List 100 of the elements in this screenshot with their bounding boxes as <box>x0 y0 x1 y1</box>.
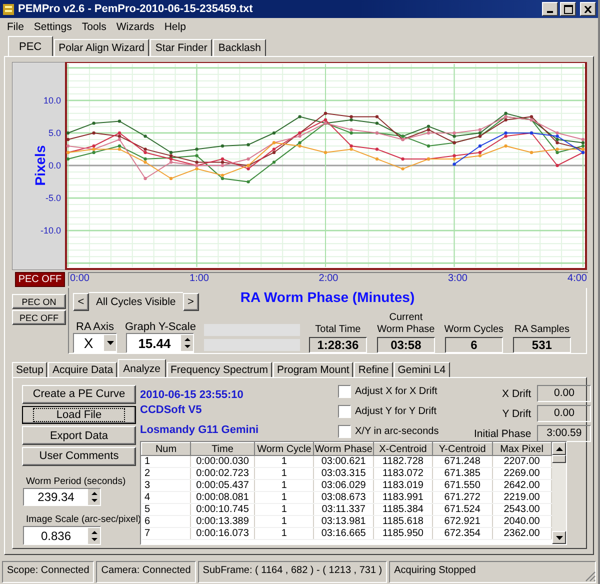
pec-button[interactable]: PEC OFF <box>12 310 66 325</box>
table-cell: 03:16.665 <box>314 528 374 540</box>
table-cell: 03:13.981 <box>314 516 374 528</box>
table-cell: 671.524 <box>432 504 492 516</box>
action-button[interactable]: User Comments <box>22 447 136 466</box>
status-panel: Camera: Connected <box>96 561 196 583</box>
tab[interactable]: Polar Align Wizard <box>54 39 150 56</box>
checkbox[interactable] <box>338 385 351 398</box>
table-cell: 1 <box>254 492 314 504</box>
next-button[interactable]: > <box>182 292 199 310</box>
app-icon <box>2 2 15 16</box>
drift-label: X Drift <box>502 388 532 400</box>
table-cell: 1185.618 <box>373 516 433 528</box>
worm-period-field[interactable]: 239.34 <box>23 488 101 506</box>
table-cell: 03:00.621 <box>314 456 374 468</box>
worm-period-label: Worm Period (seconds) <box>26 476 127 487</box>
table-cell: 4 <box>142 492 190 504</box>
action-button[interactable]: Create a PE Curve <box>22 385 136 404</box>
x-tick-label: 4:00 <box>568 273 587 284</box>
menu-item[interactable]: Settings <box>28 21 77 33</box>
maximize-button[interactable] <box>560 2 576 16</box>
minimize-button[interactable] <box>542 2 558 16</box>
table-cell: 2269.00 <box>492 468 552 480</box>
menu-item[interactable]: Tools <box>76 21 112 33</box>
tab[interactable]: PEC <box>8 36 53 56</box>
stat-label: Total Time <box>315 323 361 336</box>
table-cell: 1 <box>254 504 314 516</box>
menu-item[interactable]: Help <box>159 21 191 33</box>
table-cell: 1183.991 <box>373 492 433 504</box>
scrollbar[interactable] <box>552 442 566 544</box>
ra-axis-dropdown[interactable]: X <box>73 333 117 353</box>
table-cell: 671.550 <box>432 480 492 492</box>
menu-item[interactable]: Wizards <box>111 21 160 33</box>
action-button[interactable]: Load File <box>22 406 136 424</box>
tab[interactable]: Gemini L4 <box>394 362 450 377</box>
maximize-icon <box>564 4 572 14</box>
drift-label: Y Drift <box>502 408 532 420</box>
column-header[interactable]: Worm Phase <box>314 442 374 456</box>
stat-value: 6 <box>444 337 503 353</box>
checkbox[interactable] <box>338 405 351 418</box>
status-panel: Acquiring Stopped <box>389 561 596 583</box>
y-tick-label: 0.0 <box>48 160 61 170</box>
table-cell: 5 <box>142 504 190 516</box>
close-icon <box>584 6 592 12</box>
scroll-down-icon <box>556 536 562 540</box>
table-cell: 1 <box>254 528 314 540</box>
drift-value: 0.00 <box>537 385 592 402</box>
cycle-label: All Cycles Visible <box>89 292 183 311</box>
column-header[interactable]: Time <box>190 442 254 456</box>
tab[interactable]: Frequency Spectrum <box>166 362 272 377</box>
table-cell: 671.272 <box>432 492 492 504</box>
table-cell: 0:00:16.073 <box>190 528 254 540</box>
table-cell: 3 <box>142 480 190 492</box>
scroll-up-icon <box>556 446 562 450</box>
file-info-text: 2010-06-15 23:55:10 <box>140 388 244 403</box>
pec-button[interactable]: PEC ON <box>12 294 66 309</box>
table-cell: 0:00:08.081 <box>190 492 254 504</box>
checkbox[interactable] <box>338 425 351 438</box>
checkbox-label: Adjust Y for Y Drift <box>355 406 437 417</box>
tab[interactable]: Star Finder <box>150 39 212 56</box>
ra-axis-label: RA Axis <box>76 321 114 333</box>
file-info-text: Losmandy G11 Gemini <box>140 423 260 438</box>
tab[interactable]: Program Mount <box>272 362 354 377</box>
table-cell: 03:03.315 <box>314 468 374 480</box>
tab[interactable]: Setup <box>12 362 48 377</box>
tab[interactable]: Backlash <box>213 39 266 56</box>
image-scale-field[interactable]: 0.836 <box>23 526 101 546</box>
column-header[interactable]: Worm Cycle <box>254 442 314 456</box>
close-button[interactable] <box>580 2 596 16</box>
checkbox-label: X/Y in arc-seconds <box>355 426 439 437</box>
stat-label: Worm Cycles <box>444 323 504 336</box>
pec-status-indicator: PEC OFF <box>15 272 65 287</box>
tab[interactable]: Analyze <box>118 359 166 377</box>
table-cell: 1183.072 <box>373 468 433 480</box>
table-cell: 1 <box>254 456 314 468</box>
column-header[interactable]: Num <box>142 442 190 456</box>
table-cell: 0:00:02.723 <box>190 468 254 480</box>
scroll-thumb[interactable] <box>552 455 566 463</box>
spinner-arrows-icon <box>182 336 192 350</box>
column-header[interactable]: Y-Centroid <box>432 442 492 456</box>
table-cell: 2642.00 <box>492 480 552 492</box>
column-header[interactable]: Max Pixel <box>492 442 552 456</box>
table-cell: 672.354 <box>432 528 492 540</box>
table-cell: 0:00:13.389 <box>190 516 254 528</box>
checkbox-label: Adjust X for X Drift <box>355 386 438 397</box>
column-header[interactable]: X-Centroid <box>373 442 433 456</box>
table-cell: 03:11.337 <box>314 504 374 516</box>
table-cell: 2207.00 <box>492 456 552 468</box>
y-tick-label: 10.0 <box>43 95 61 106</box>
menu-item[interactable]: File <box>2 21 29 33</box>
table-cell: 671.248 <box>432 456 492 468</box>
action-button[interactable]: Export Data <box>22 426 136 446</box>
graph-y-scale-field[interactable]: 15.44 <box>126 333 194 353</box>
table-cell: 2040.00 <box>492 516 552 528</box>
tab[interactable]: Refine <box>354 362 393 377</box>
table-cell: 1185.950 <box>373 528 433 540</box>
tab[interactable]: Acquire Data <box>48 362 118 377</box>
table-cell: 03:08.673 <box>314 492 374 504</box>
table-cell: 672.921 <box>432 516 492 528</box>
previous-button[interactable]: < <box>73 292 89 310</box>
